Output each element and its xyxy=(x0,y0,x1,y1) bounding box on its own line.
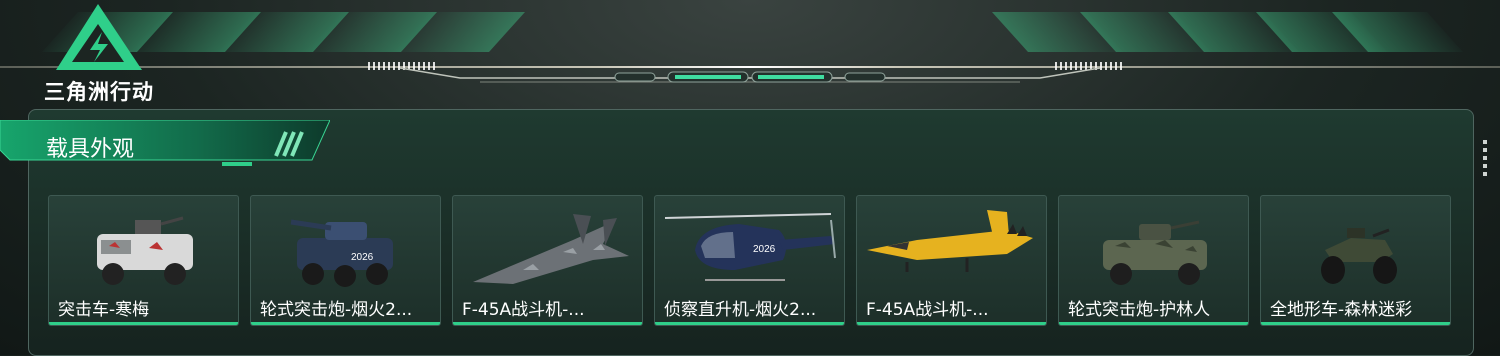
vehicle-card-accent-bar xyxy=(251,322,440,325)
vehicle-card[interactable]: F-45A战斗机-... xyxy=(856,195,1047,326)
svg-text:2026: 2026 xyxy=(753,244,776,255)
vehicle-card[interactable]: 突击车-寒梅 xyxy=(48,195,239,326)
game-logo-text: 三角洲行动 xyxy=(44,80,154,104)
fighter-jet-icon xyxy=(867,210,1033,272)
atv-icon xyxy=(1321,228,1397,284)
vehicle-card[interactable]: 轮式突击炮-护林人 xyxy=(1058,195,1249,326)
fighter-jet-icon xyxy=(473,214,629,284)
vehicle-card[interactable]: F-45A战斗机-... xyxy=(452,195,643,326)
vehicle-card-name: 突击车-寒梅 xyxy=(58,300,150,320)
vehicle-card-accent-bar xyxy=(49,322,238,325)
section-title: 载具外观 xyxy=(46,137,135,162)
vehicle-card-name: 全地形车-森林迷彩 xyxy=(1270,300,1413,320)
svg-text:2026: 2026 xyxy=(351,252,374,263)
vehicle-card-accent-bar xyxy=(1059,322,1248,325)
header-stripes-right xyxy=(991,12,1464,52)
vehicle-card-accent-bar xyxy=(655,322,844,325)
vehicle-card-name: 侦察直升机-烟火2... xyxy=(664,300,817,320)
vehicle-card-accent-bar xyxy=(453,322,642,325)
vehicle-card[interactable]: 2026 轮式突击炮-烟火2... xyxy=(250,195,441,326)
armored-car-icon xyxy=(97,216,193,285)
vehicle-card-name: F-45A战斗机-... xyxy=(462,300,585,320)
vehicle-card[interactable]: 2026 侦察直升机-烟火2... xyxy=(654,195,845,326)
scroll-indicator[interactable] xyxy=(1483,140,1487,176)
vehicle-card-name: 轮式突击炮-烟火2... xyxy=(260,300,413,320)
header-center-ornament xyxy=(400,67,1100,83)
wheeled-assault-gun-icon xyxy=(1103,220,1207,285)
wheeled-assault-gun-icon: 2026 xyxy=(290,219,393,287)
vehicle-card-name: F-45A战斗机-... xyxy=(866,300,989,320)
vehicle-card-accent-bar xyxy=(857,322,1046,325)
vehicle-card-name: 轮式突击炮-护林人 xyxy=(1068,300,1211,320)
vehicle-card[interactable]: 全地形车-森林迷彩 xyxy=(1260,195,1451,326)
vehicle-card-accent-bar xyxy=(1261,322,1450,325)
helicopter-icon: 2026 xyxy=(664,213,836,281)
